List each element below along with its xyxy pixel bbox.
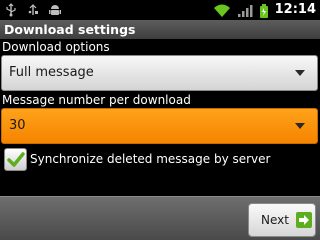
bottom-bar: Next: [0, 196, 320, 240]
status-bar-notifications: [4, 2, 62, 17]
download-options-value: Full message: [9, 65, 94, 80]
next-button[interactable]: Next: [248, 203, 316, 237]
title-bar: Download settings: [0, 20, 320, 39]
signal-icon: [237, 3, 253, 17]
download-options-label: Download options: [2, 40, 110, 54]
sync-deleted-checkbox[interactable]: [4, 148, 27, 171]
usb-icon: [4, 2, 18, 17]
next-button-label: Next: [261, 213, 289, 227]
sync-deleted-label: Synchronize deleted message by server: [30, 152, 271, 166]
message-number-value: 30: [9, 118, 26, 133]
status-bar: 12:14: [0, 0, 320, 20]
status-bar-system: 12:14: [213, 1, 316, 19]
arrow-right-icon: [296, 212, 312, 232]
usb-debug-icon: [26, 2, 40, 16]
download-options-spinner[interactable]: Full message: [1, 55, 318, 91]
message-number-spinner[interactable]: 30: [1, 108, 318, 144]
wifi-icon: [213, 3, 231, 17]
page-title: Download settings: [4, 22, 136, 37]
chevron-down-icon: [295, 123, 305, 129]
status-bar-clock: 12:14: [274, 2, 316, 17]
checkmark-icon: [7, 152, 25, 167]
chevron-down-icon: [295, 70, 305, 76]
battery-icon: [259, 3, 269, 18]
android-icon: [48, 2, 62, 16]
message-number-label: Message number per download: [2, 93, 191, 107]
sync-deleted-row[interactable]: Synchronize deleted message by server: [2, 147, 318, 173]
